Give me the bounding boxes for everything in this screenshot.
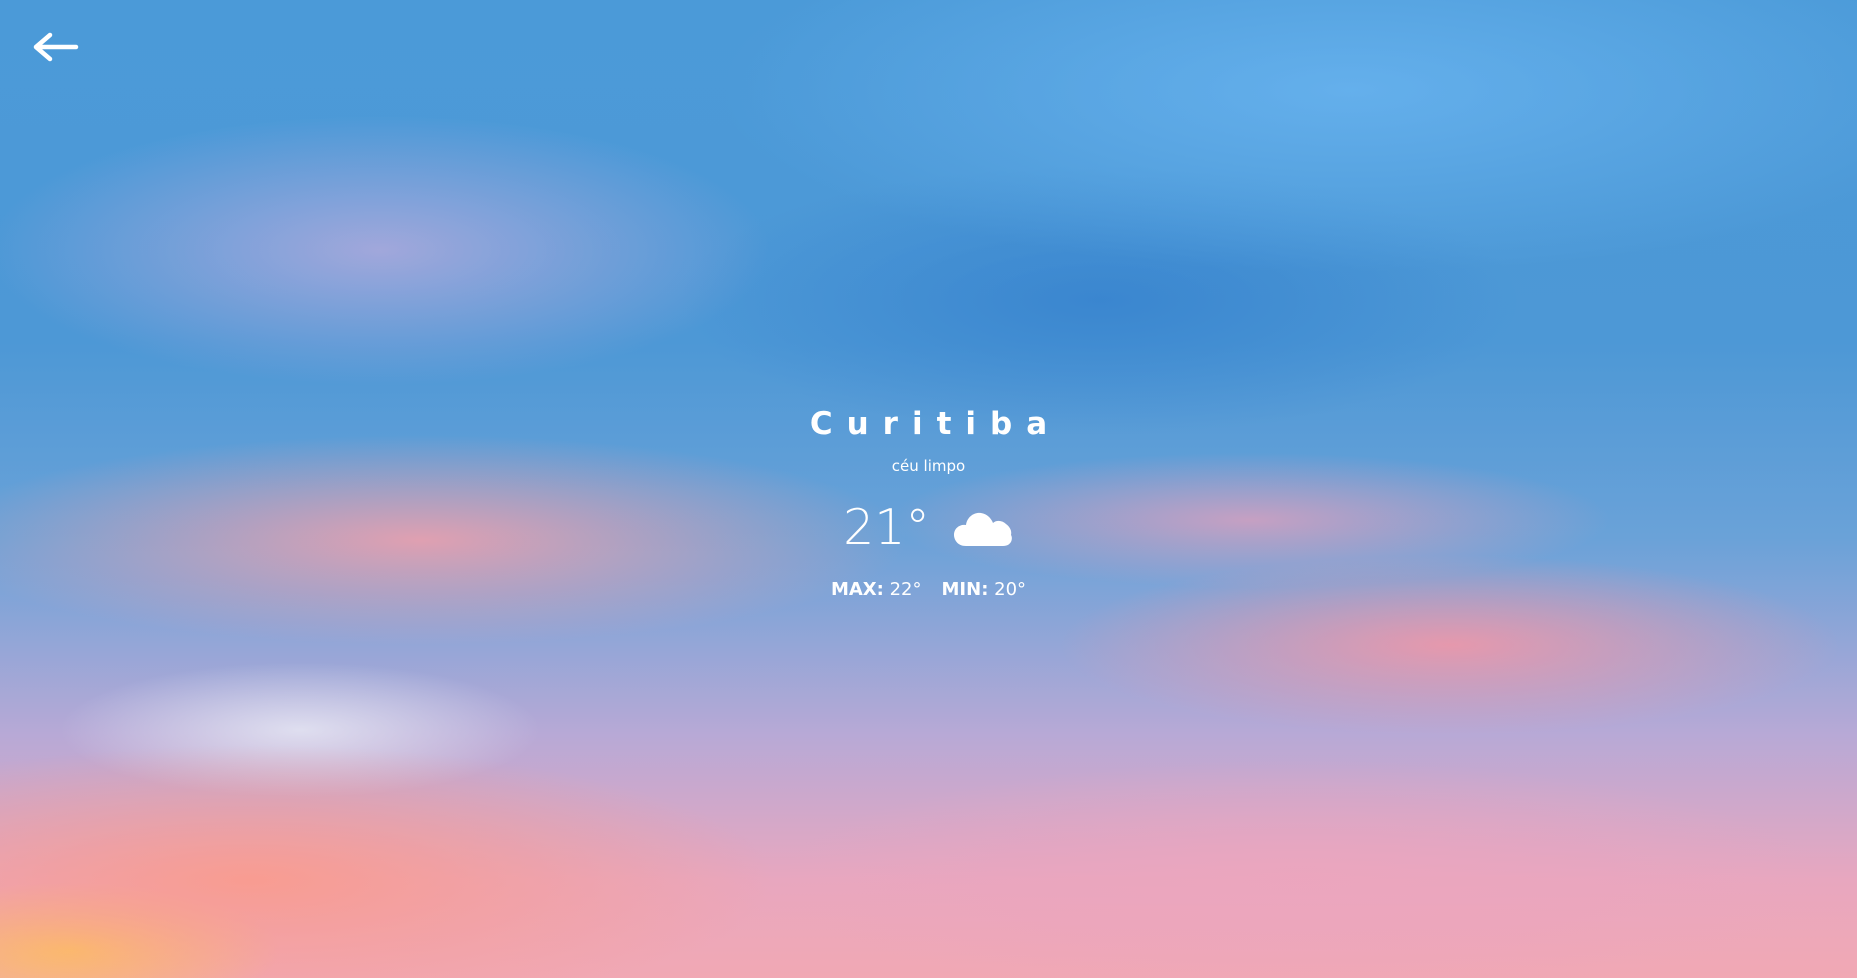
min-temperature: MIN: 20° [942, 578, 1027, 602]
current-temperature: 21° [843, 499, 930, 556]
min-value: 20° [994, 579, 1027, 600]
temperature-row: 21° [0, 498, 1857, 558]
min-label: MIN: [941, 579, 989, 600]
min-max-row: MAX: 22° MIN: 20° [0, 578, 1857, 602]
weather-panel: Curitiba céu limpo 21° MAX: 22° MIN: 20° [0, 400, 1857, 602]
max-value: 22° [889, 579, 922, 600]
max-label: MAX: [830, 579, 884, 600]
back-button[interactable] [30, 32, 80, 62]
cloud-icon [952, 508, 1014, 548]
max-temperature: MAX: 22° [831, 578, 922, 602]
city-name: Curitiba [809, 406, 1062, 442]
arrow-left-icon [30, 32, 80, 62]
weather-condition: céu limpo [891, 457, 966, 475]
